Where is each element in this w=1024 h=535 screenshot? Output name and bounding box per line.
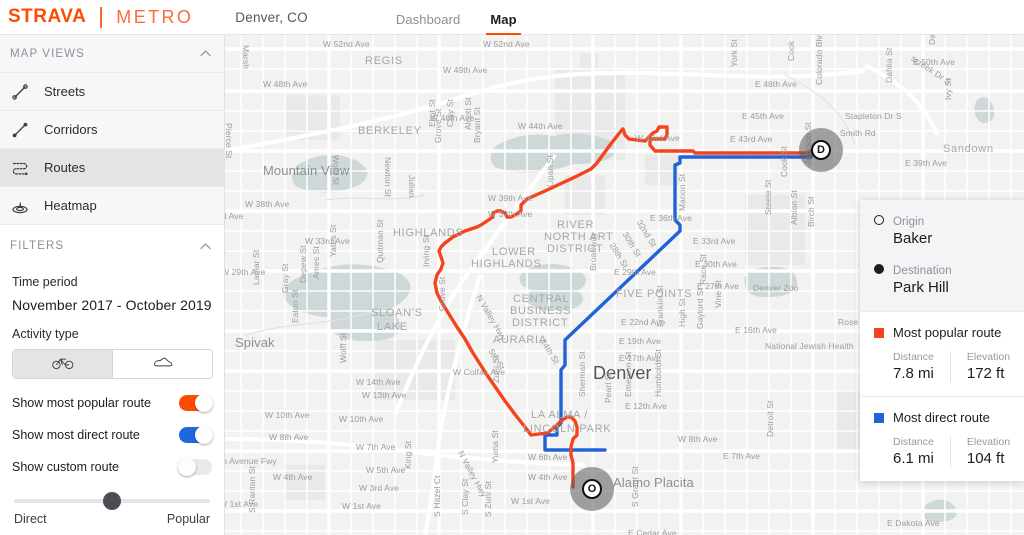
- brand-logo[interactable]: STRAVA METRO: [0, 6, 193, 28]
- sidebar-item-heatmap[interactable]: Heatmap: [0, 187, 224, 225]
- toggle-row-popular: Show most popular route: [12, 394, 213, 412]
- corridor-line-icon: [10, 120, 30, 140]
- stat-elevation: Elevation 172 ft: [949, 351, 1011, 382]
- direct-route-title: Most direct route: [893, 410, 990, 425]
- stat-distance-label: Distance: [893, 351, 934, 363]
- nav-item-map[interactable]: Map: [486, 12, 522, 36]
- chevron-up-icon[interactable]: [199, 47, 212, 60]
- time-period-label: Time period: [12, 275, 78, 289]
- shoe-icon: [152, 354, 174, 375]
- toggle-knob: [195, 426, 213, 444]
- marker-pin-origin: O: [582, 479, 602, 499]
- sidebar-item-label: Corridors: [44, 122, 98, 137]
- origin-dot-icon: [874, 215, 884, 225]
- map-canvas[interactable]: W 52nd Ave W 52nd Ave REGIS W 49th Ave W…: [225, 35, 1024, 535]
- activity-option-run[interactable]: [112, 350, 212, 378]
- route-summary-direct: Most direct route Distance 6.1 mi Elevat…: [860, 396, 1024, 481]
- nav-item-dashboard[interactable]: Dashboard: [396, 12, 461, 35]
- street-line-icon: [10, 82, 30, 102]
- slider-thumb[interactable]: [103, 492, 121, 510]
- toggle-knob: [195, 394, 213, 412]
- sidebar-item-label: Routes: [44, 160, 86, 175]
- slider-label-direct: Direct: [14, 512, 47, 526]
- activity-option-bike[interactable]: [13, 350, 112, 378]
- activity-type-label: Activity type: [12, 327, 79, 341]
- marker-pin-destination: D: [811, 140, 831, 160]
- destination-kind-label: Destination: [893, 265, 952, 277]
- slider-track[interactable]: [14, 492, 210, 510]
- activity-type-segmented-control: [12, 349, 213, 379]
- filters-body: Time period November 2017 - October 2019…: [0, 265, 224, 526]
- strava-metro-app: STRAVA METRO Denver, CO Dashboard Map MA…: [0, 0, 1024, 535]
- logo-divider: [100, 6, 103, 28]
- route-head: Most popular route: [874, 325, 1010, 340]
- city-label: Denver, CO: [235, 9, 308, 25]
- popular-route-title: Most popular route: [893, 325, 1002, 340]
- main-nav: Dashboard Map: [396, 0, 547, 36]
- most-direct-route-line: [543, 149, 813, 452]
- stat-elevation-label: Elevation: [966, 351, 1011, 363]
- sidebar-item-routes[interactable]: Routes: [0, 149, 224, 187]
- sidebar: MAP VIEWS Streets Corridors Routes Heatm…: [0, 35, 225, 535]
- stat-distance-value: 7.8 mi: [893, 365, 934, 382]
- toggle-row-direct: Show most direct route: [12, 426, 213, 444]
- route-summary-popular: Most popular route Distance 7.8 mi Eleva…: [860, 311, 1024, 396]
- destination-name: Park Hill: [893, 279, 949, 296]
- most-popular-route-line: [433, 125, 813, 489]
- stat-elevation: Elevation 104 ft: [949, 436, 1011, 467]
- toggle-show-most-popular-route[interactable]: [179, 394, 213, 412]
- slider-end-labels: Direct Popular: [14, 512, 210, 526]
- bicycle-icon: [51, 354, 74, 375]
- stat-distance-value: 6.1 mi: [893, 450, 934, 467]
- sidebar-item-label: Heatmap: [44, 198, 97, 213]
- strava-wordmark: STRAVA: [8, 6, 87, 27]
- chevron-up-icon[interactable]: [199, 240, 212, 253]
- toggle-show-custom-route[interactable]: [178, 458, 212, 476]
- route-stats: Distance 6.1 mi Elevation 104 ft: [874, 436, 1010, 467]
- toggle-label-custom: Show custom route: [12, 460, 119, 474]
- time-period-value[interactable]: November 2017 - October 2019: [12, 297, 212, 313]
- route-head: Most direct route: [874, 410, 1010, 425]
- sidebar-item-label: Streets: [44, 84, 86, 99]
- stat-distance: Distance 7.8 mi: [893, 351, 950, 382]
- origin-kind-label: Origin: [893, 216, 925, 228]
- stat-elevation-label: Elevation: [966, 436, 1011, 448]
- toggle-label-popular: Show most popular route: [12, 396, 151, 410]
- sidebar-item-corridors[interactable]: Corridors: [0, 111, 224, 149]
- origin-destination-block: Origin Baker Destination Park Hill: [860, 200, 1024, 311]
- route-info-panel: Origin Baker Destination Park Hill Most …: [860, 200, 1024, 481]
- toggle-label-direct: Show most direct route: [12, 428, 140, 442]
- direct-popular-slider[interactable]: Direct Popular: [12, 492, 212, 526]
- direct-route-swatch-icon: [874, 412, 884, 423]
- map-views-header[interactable]: MAP VIEWS: [0, 35, 224, 73]
- stat-distance-label: Distance: [893, 436, 934, 448]
- filters-title: FILTERS: [10, 240, 65, 252]
- toggle-knob: [178, 458, 196, 476]
- stat-elevation-value: 172 ft: [966, 365, 1005, 382]
- heatmap-icon: [10, 196, 30, 216]
- origin-name: Baker: [893, 230, 933, 247]
- map-views-title: MAP VIEWS: [10, 47, 85, 60]
- toggle-show-most-direct-route[interactable]: [179, 426, 213, 444]
- sidebar-item-streets[interactable]: Streets: [0, 73, 224, 111]
- filters-header[interactable]: FILTERS: [0, 227, 224, 265]
- popular-route-swatch-icon: [874, 327, 884, 338]
- destination-row: Destination Park Hill: [874, 261, 1024, 297]
- route-stats: Distance 7.8 mi Elevation 172 ft: [874, 351, 1010, 382]
- metro-wordmark: METRO: [116, 6, 194, 27]
- slider-label-popular: Popular: [166, 512, 210, 526]
- stat-elevation-value: 104 ft: [966, 450, 1005, 467]
- destination-dot-icon: [874, 264, 884, 274]
- origin-row: Origin Baker: [874, 212, 1024, 248]
- routes-icon: [10, 158, 30, 178]
- toggle-row-custom: Show custom route: [12, 458, 212, 476]
- top-bar: STRAVA METRO Denver, CO Dashboard Map: [0, 0, 1024, 36]
- stat-distance: Distance 6.1 mi: [893, 436, 950, 467]
